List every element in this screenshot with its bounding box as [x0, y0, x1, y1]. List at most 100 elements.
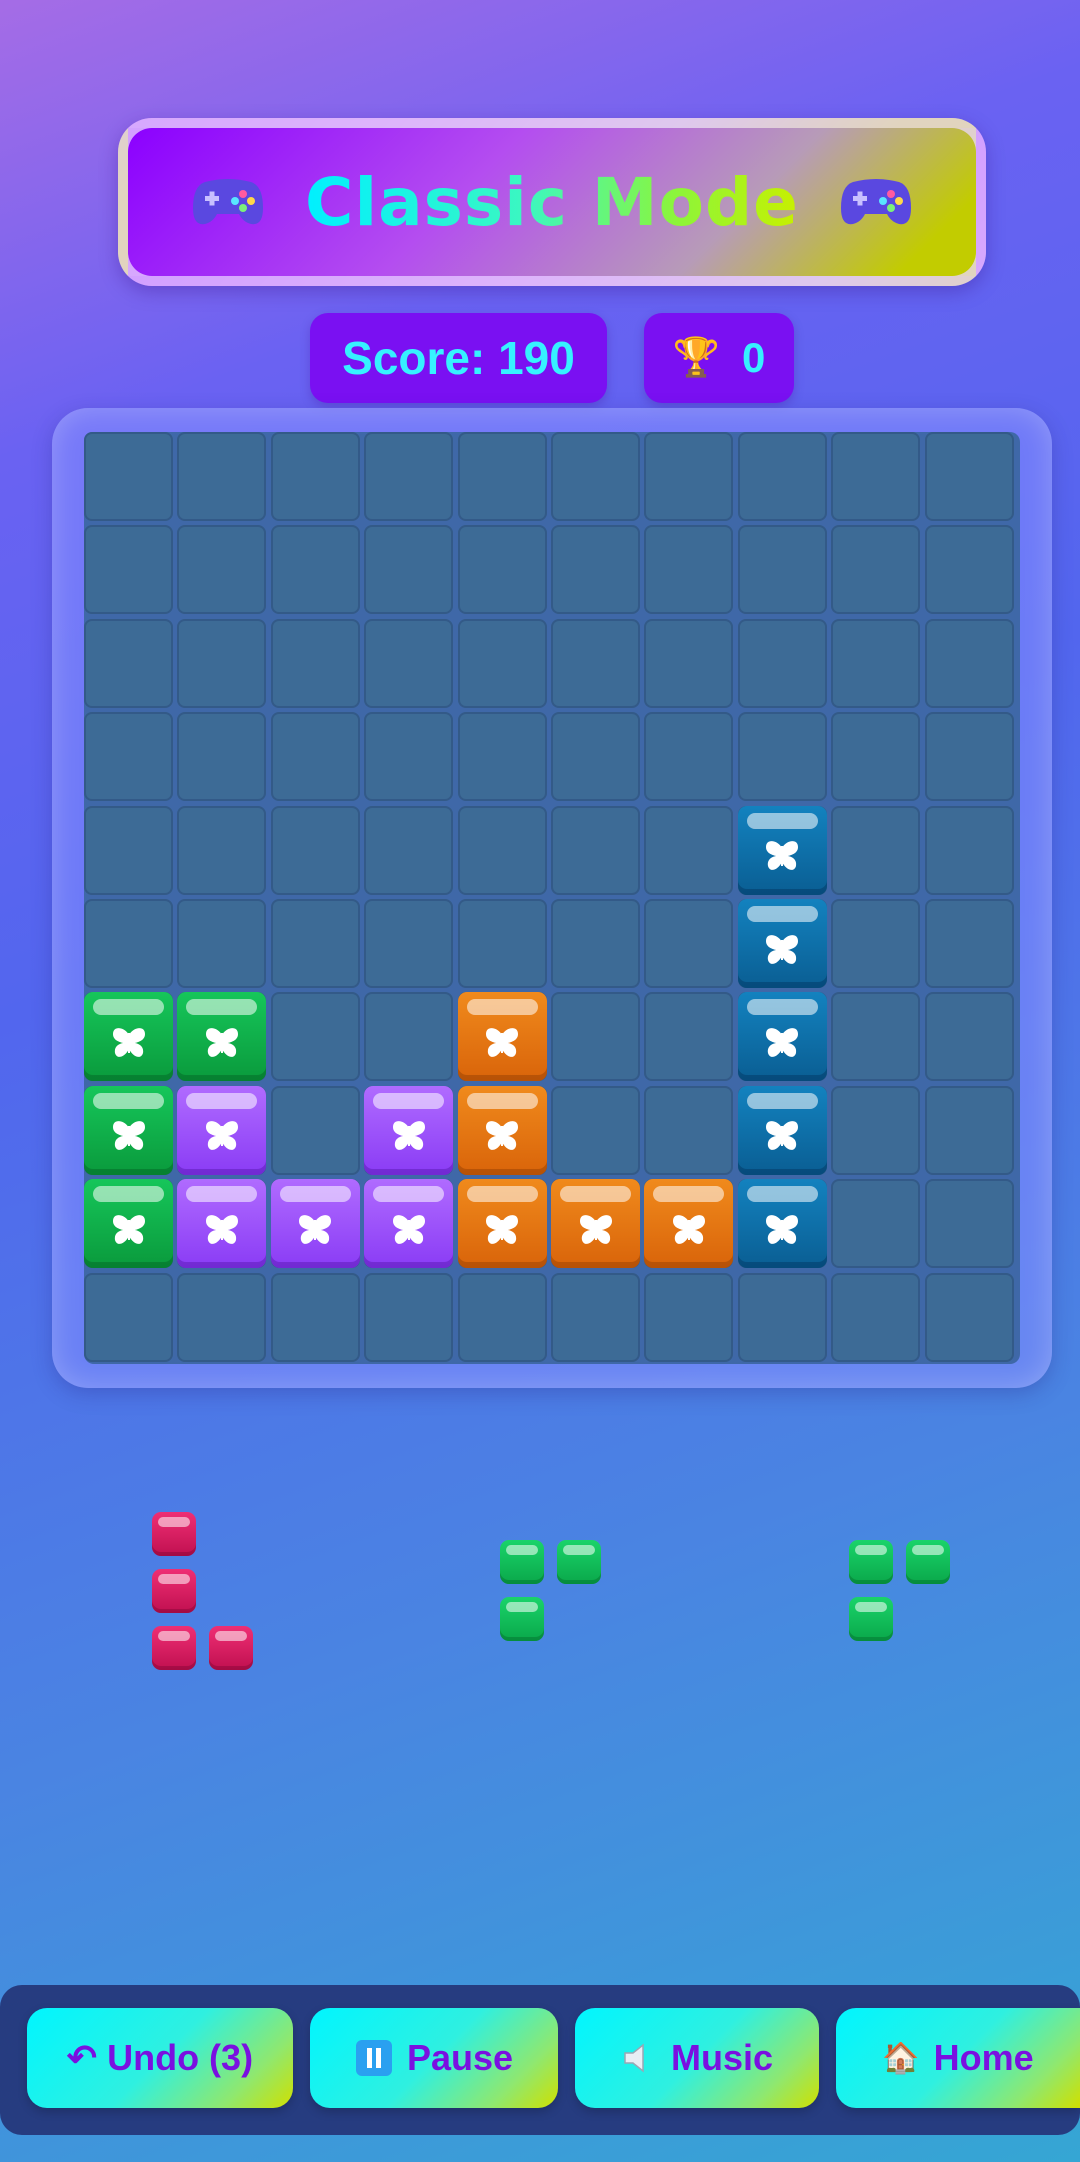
board-cell[interactable]	[177, 1272, 267, 1362]
pause-button[interactable]: Pause	[310, 2008, 558, 2108]
board-cell[interactable]	[924, 1085, 1014, 1175]
board-cell[interactable]	[551, 992, 640, 1082]
board-cell[interactable]	[831, 899, 921, 988]
board-cell[interactable]	[177, 525, 267, 615]
board-cell[interactable]	[831, 1179, 921, 1269]
board-cell[interactable]	[924, 992, 1014, 1082]
board-cell[interactable]	[551, 1272, 640, 1362]
board-cell[interactable]	[551, 618, 640, 708]
board-cell[interactable]	[644, 1085, 734, 1175]
board-cell[interactable]	[737, 618, 827, 708]
undo-label: ↶ Undo (3)	[66, 2037, 254, 2078]
board-cell[interactable]	[84, 432, 173, 521]
board-cell[interactable]	[551, 899, 640, 988]
board-cell[interactable]	[457, 805, 547, 895]
board-cell[interactable]	[177, 805, 267, 895]
board-cell[interactable]	[644, 1272, 734, 1362]
board-cell[interactable]	[84, 899, 173, 988]
board-cell[interactable]	[831, 432, 921, 521]
board-cell[interactable]	[831, 525, 921, 615]
board-cell[interactable]	[644, 992, 734, 1082]
home-button[interactable]: 🏠 Home	[836, 2008, 1080, 2108]
game-board[interactable]	[84, 432, 1020, 1364]
board-cell[interactable]	[270, 1085, 360, 1175]
board-cell[interactable]	[270, 992, 360, 1082]
board-cell[interactable]	[457, 1272, 547, 1362]
board-cell[interactable]	[270, 1272, 360, 1362]
board-cell[interactable]	[924, 618, 1014, 708]
board-cell[interactable]	[457, 432, 547, 521]
board-cell[interactable]	[177, 618, 267, 708]
board-cell[interactable]	[364, 525, 454, 615]
board-cell[interactable]	[924, 432, 1014, 521]
placed-block-green	[84, 1085, 173, 1175]
board-cell[interactable]	[364, 805, 454, 895]
board-cell[interactable]	[831, 1085, 921, 1175]
board-cell[interactable]	[364, 992, 454, 1082]
board-cell[interactable]	[457, 618, 547, 708]
mode-title-banner: Classic Mode	[118, 118, 986, 286]
placed-block-orange	[551, 1179, 640, 1269]
board-cell[interactable]	[737, 1272, 827, 1362]
board-cell[interactable]	[644, 899, 734, 988]
board-cell[interactable]	[84, 618, 173, 708]
board-cell[interactable]	[924, 899, 1014, 988]
music-button[interactable]: Music	[575, 2008, 819, 2108]
board-cell[interactable]	[737, 432, 827, 521]
board-cell[interactable]	[551, 525, 640, 615]
placed-block-purple	[364, 1085, 454, 1175]
board-cell[interactable]	[551, 805, 640, 895]
board-cell[interactable]	[270, 525, 360, 615]
board-cell[interactable]	[924, 1272, 1014, 1362]
board-cell[interactable]	[270, 712, 360, 802]
board-cell[interactable]	[364, 618, 454, 708]
board-cell[interactable]	[644, 525, 734, 615]
board-cell[interactable]	[551, 712, 640, 802]
board-cell[interactable]	[831, 618, 921, 708]
piece-block-green	[849, 1597, 893, 1641]
board-cell[interactable]	[457, 899, 547, 988]
board-cell[interactable]	[924, 525, 1014, 615]
board-cell[interactable]	[924, 805, 1014, 895]
butterfly-icon	[766, 841, 799, 871]
board-cell[interactable]	[364, 899, 454, 988]
board-cell[interactable]	[177, 899, 267, 988]
board-cell[interactable]	[84, 1272, 173, 1362]
board-cell[interactable]	[644, 618, 734, 708]
board-cell[interactable]	[270, 432, 360, 521]
board-cell[interactable]	[644, 432, 734, 521]
board-cell[interactable]	[270, 618, 360, 708]
board-cell[interactable]	[270, 805, 360, 895]
undo-button[interactable]: ↶ Undo (3)	[27, 2008, 293, 2108]
board-cell[interactable]	[831, 1272, 921, 1362]
board-cell[interactable]	[457, 525, 547, 615]
board-cell[interactable]	[644, 805, 734, 895]
board-cell[interactable]	[84, 805, 173, 895]
board-cell[interactable]	[831, 992, 921, 1082]
board-cell[interactable]	[84, 712, 173, 802]
butterfly-icon	[205, 1121, 238, 1151]
board-cell[interactable]	[737, 525, 827, 615]
board-cell[interactable]	[270, 899, 360, 988]
board-cell[interactable]	[364, 432, 454, 521]
board-cell[interactable]	[177, 432, 267, 521]
board-cell[interactable]	[737, 712, 827, 802]
house-icon: 🏠	[882, 2041, 920, 2075]
board-cell[interactable]	[831, 805, 921, 895]
placed-block-purple	[177, 1179, 267, 1269]
piece-block-pink	[152, 1626, 196, 1670]
gamepad-icon	[193, 179, 264, 225]
board-cell[interactable]	[364, 712, 454, 802]
placed-block-purple	[364, 1179, 454, 1269]
butterfly-icon	[766, 1121, 799, 1151]
board-cell[interactable]	[924, 712, 1014, 802]
board-cell[interactable]	[644, 712, 734, 802]
board-cell[interactable]	[551, 432, 640, 521]
board-cell[interactable]	[457, 712, 547, 802]
board-cell[interactable]	[551, 1085, 640, 1175]
board-cell[interactable]	[177, 712, 267, 802]
board-cell[interactable]	[831, 712, 921, 802]
board-cell[interactable]	[924, 1179, 1014, 1269]
board-cell[interactable]	[364, 1272, 454, 1362]
board-cell[interactable]	[84, 525, 173, 615]
